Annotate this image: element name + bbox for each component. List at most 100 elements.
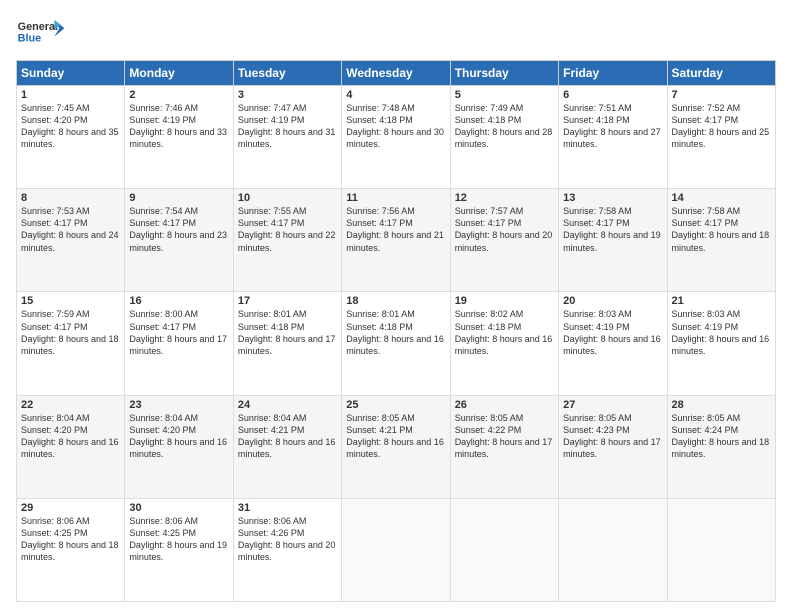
calendar-cell: 1Sunrise: 7:45 AMSunset: 4:20 PMDaylight… xyxy=(17,86,125,189)
calendar-week-3: 15Sunrise: 7:59 AMSunset: 4:17 PMDayligh… xyxy=(17,292,776,395)
day-info: Sunrise: 7:53 AMSunset: 4:17 PMDaylight:… xyxy=(21,205,120,254)
day-number: 20 xyxy=(563,295,662,307)
day-info: Sunrise: 8:04 AMSunset: 4:20 PMDaylight:… xyxy=(129,412,228,461)
calendar-cell: 28Sunrise: 8:05 AMSunset: 4:24 PMDayligh… xyxy=(667,395,775,498)
calendar-header-wednesday: Wednesday xyxy=(342,61,450,86)
day-info: Sunrise: 7:51 AMSunset: 4:18 PMDaylight:… xyxy=(563,102,662,151)
day-info: Sunrise: 7:52 AMSunset: 4:17 PMDaylight:… xyxy=(672,102,771,151)
day-number: 7 xyxy=(672,89,771,101)
day-info: Sunrise: 8:02 AMSunset: 4:18 PMDaylight:… xyxy=(455,308,554,357)
day-number: 15 xyxy=(21,295,120,307)
day-info: Sunrise: 8:05 AMSunset: 4:21 PMDaylight:… xyxy=(346,412,445,461)
calendar-table: SundayMondayTuesdayWednesdayThursdayFrid… xyxy=(16,60,776,602)
calendar-cell: 24Sunrise: 8:04 AMSunset: 4:21 PMDayligh… xyxy=(233,395,341,498)
calendar-cell: 18Sunrise: 8:01 AMSunset: 4:18 PMDayligh… xyxy=(342,292,450,395)
calendar-header-monday: Monday xyxy=(125,61,233,86)
day-info: Sunrise: 8:04 AMSunset: 4:21 PMDaylight:… xyxy=(238,412,337,461)
day-number: 12 xyxy=(455,192,554,204)
day-info: Sunrise: 7:46 AMSunset: 4:19 PMDaylight:… xyxy=(129,102,228,151)
day-number: 22 xyxy=(21,399,120,411)
logo-icon: General Blue xyxy=(16,12,66,52)
calendar-cell: 16Sunrise: 8:00 AMSunset: 4:17 PMDayligh… xyxy=(125,292,233,395)
day-info: Sunrise: 8:04 AMSunset: 4:20 PMDaylight:… xyxy=(21,412,120,461)
day-number: 14 xyxy=(672,192,771,204)
day-info: Sunrise: 8:06 AMSunset: 4:25 PMDaylight:… xyxy=(21,515,120,564)
day-info: Sunrise: 8:05 AMSunset: 4:22 PMDaylight:… xyxy=(455,412,554,461)
calendar-cell: 20Sunrise: 8:03 AMSunset: 4:19 PMDayligh… xyxy=(559,292,667,395)
day-info: Sunrise: 8:06 AMSunset: 4:25 PMDaylight:… xyxy=(129,515,228,564)
day-info: Sunrise: 8:03 AMSunset: 4:19 PMDaylight:… xyxy=(672,308,771,357)
svg-text:General: General xyxy=(18,21,58,33)
calendar-cell: 9Sunrise: 7:54 AMSunset: 4:17 PMDaylight… xyxy=(125,189,233,292)
day-info: Sunrise: 7:47 AMSunset: 4:19 PMDaylight:… xyxy=(238,102,337,151)
day-info: Sunrise: 8:01 AMSunset: 4:18 PMDaylight:… xyxy=(346,308,445,357)
calendar-cell: 7Sunrise: 7:52 AMSunset: 4:17 PMDaylight… xyxy=(667,86,775,189)
calendar-cell: 26Sunrise: 8:05 AMSunset: 4:22 PMDayligh… xyxy=(450,395,558,498)
calendar-cell: 14Sunrise: 7:58 AMSunset: 4:17 PMDayligh… xyxy=(667,189,775,292)
day-info: Sunrise: 7:57 AMSunset: 4:17 PMDaylight:… xyxy=(455,205,554,254)
day-number: 3 xyxy=(238,89,337,101)
calendar-cell xyxy=(342,498,450,601)
day-info: Sunrise: 7:58 AMSunset: 4:17 PMDaylight:… xyxy=(563,205,662,254)
calendar-week-4: 22Sunrise: 8:04 AMSunset: 4:20 PMDayligh… xyxy=(17,395,776,498)
day-number: 4 xyxy=(346,89,445,101)
day-number: 11 xyxy=(346,192,445,204)
calendar-cell: 22Sunrise: 8:04 AMSunset: 4:20 PMDayligh… xyxy=(17,395,125,498)
calendar-cell: 2Sunrise: 7:46 AMSunset: 4:19 PMDaylight… xyxy=(125,86,233,189)
day-info: Sunrise: 7:56 AMSunset: 4:17 PMDaylight:… xyxy=(346,205,445,254)
calendar-cell: 5Sunrise: 7:49 AMSunset: 4:18 PMDaylight… xyxy=(450,86,558,189)
calendar-cell: 3Sunrise: 7:47 AMSunset: 4:19 PMDaylight… xyxy=(233,86,341,189)
day-info: Sunrise: 7:55 AMSunset: 4:17 PMDaylight:… xyxy=(238,205,337,254)
day-number: 30 xyxy=(129,502,228,514)
calendar-cell: 19Sunrise: 8:02 AMSunset: 4:18 PMDayligh… xyxy=(450,292,558,395)
day-number: 18 xyxy=(346,295,445,307)
calendar-cell: 27Sunrise: 8:05 AMSunset: 4:23 PMDayligh… xyxy=(559,395,667,498)
day-number: 16 xyxy=(129,295,228,307)
day-number: 25 xyxy=(346,399,445,411)
day-info: Sunrise: 7:48 AMSunset: 4:18 PMDaylight:… xyxy=(346,102,445,151)
day-number: 8 xyxy=(21,192,120,204)
calendar-cell: 13Sunrise: 7:58 AMSunset: 4:17 PMDayligh… xyxy=(559,189,667,292)
day-number: 19 xyxy=(455,295,554,307)
calendar-cell xyxy=(559,498,667,601)
day-number: 28 xyxy=(672,399,771,411)
day-number: 1 xyxy=(21,89,120,101)
day-number: 17 xyxy=(238,295,337,307)
day-number: 21 xyxy=(672,295,771,307)
calendar-cell: 11Sunrise: 7:56 AMSunset: 4:17 PMDayligh… xyxy=(342,189,450,292)
calendar-header-thursday: Thursday xyxy=(450,61,558,86)
day-number: 5 xyxy=(455,89,554,101)
calendar-cell: 30Sunrise: 8:06 AMSunset: 4:25 PMDayligh… xyxy=(125,498,233,601)
day-info: Sunrise: 8:05 AMSunset: 4:23 PMDaylight:… xyxy=(563,412,662,461)
day-number: 24 xyxy=(238,399,337,411)
calendar-header-sunday: Sunday xyxy=(17,61,125,86)
calendar-cell: 6Sunrise: 7:51 AMSunset: 4:18 PMDaylight… xyxy=(559,86,667,189)
day-number: 9 xyxy=(129,192,228,204)
day-info: Sunrise: 7:45 AMSunset: 4:20 PMDaylight:… xyxy=(21,102,120,151)
day-info: Sunrise: 7:49 AMSunset: 4:18 PMDaylight:… xyxy=(455,102,554,151)
calendar-cell xyxy=(667,498,775,601)
day-number: 13 xyxy=(563,192,662,204)
calendar-header-row: SundayMondayTuesdayWednesdayThursdayFrid… xyxy=(17,61,776,86)
calendar-cell: 25Sunrise: 8:05 AMSunset: 4:21 PMDayligh… xyxy=(342,395,450,498)
day-info: Sunrise: 8:01 AMSunset: 4:18 PMDaylight:… xyxy=(238,308,337,357)
calendar-cell xyxy=(450,498,558,601)
page: General Blue SundayMondayTuesdayWednesda… xyxy=(0,0,792,612)
calendar-cell: 8Sunrise: 7:53 AMSunset: 4:17 PMDaylight… xyxy=(17,189,125,292)
calendar-week-5: 29Sunrise: 8:06 AMSunset: 4:25 PMDayligh… xyxy=(17,498,776,601)
calendar-cell: 23Sunrise: 8:04 AMSunset: 4:20 PMDayligh… xyxy=(125,395,233,498)
calendar-header-tuesday: Tuesday xyxy=(233,61,341,86)
day-info: Sunrise: 8:03 AMSunset: 4:19 PMDaylight:… xyxy=(563,308,662,357)
day-number: 10 xyxy=(238,192,337,204)
calendar-cell: 4Sunrise: 7:48 AMSunset: 4:18 PMDaylight… xyxy=(342,86,450,189)
header: General Blue xyxy=(16,12,776,52)
calendar-header-saturday: Saturday xyxy=(667,61,775,86)
calendar-cell: 31Sunrise: 8:06 AMSunset: 4:26 PMDayligh… xyxy=(233,498,341,601)
calendar-cell: 15Sunrise: 7:59 AMSunset: 4:17 PMDayligh… xyxy=(17,292,125,395)
day-info: Sunrise: 8:00 AMSunset: 4:17 PMDaylight:… xyxy=(129,308,228,357)
day-number: 27 xyxy=(563,399,662,411)
day-info: Sunrise: 7:58 AMSunset: 4:17 PMDaylight:… xyxy=(672,205,771,254)
svg-text:Blue: Blue xyxy=(18,33,41,45)
calendar-header-friday: Friday xyxy=(559,61,667,86)
day-number: 31 xyxy=(238,502,337,514)
